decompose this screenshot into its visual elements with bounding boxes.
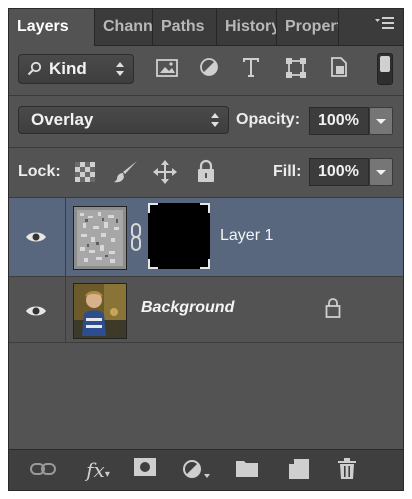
lock-transparent-pixels-icon[interactable] (75, 162, 95, 187)
visibility-column (9, 277, 66, 342)
layers-list: Layer 1 Background (9, 198, 403, 448)
new-adjustment-layer-icon[interactable] (179, 458, 213, 482)
layers-panel: Layers Channels Paths History Properties… (8, 8, 404, 491)
divider (9, 147, 403, 148)
opacity-label: Opacity: (236, 111, 301, 128)
lock-image-pixels-brush-icon[interactable] (113, 160, 139, 189)
eye-icon[interactable] (25, 230, 47, 242)
opacity-input[interactable]: 100% (309, 107, 369, 135)
search-icon (27, 61, 43, 77)
divider (9, 95, 403, 96)
tab-layers[interactable]: Layers (9, 9, 95, 46)
panel-menu-icon[interactable] (373, 15, 397, 37)
layer-row-layer-1[interactable]: Layer 1 (9, 198, 403, 277)
layer-lock-icon (325, 297, 341, 324)
lock-position-move-icon[interactable] (153, 160, 177, 189)
filter-toggle-knob (380, 56, 390, 72)
mask-link-chain-icon[interactable] (130, 222, 142, 257)
adjustment-filter-icon[interactable] (199, 57, 219, 82)
blend-mode-dropdown[interactable]: Overlay (18, 106, 229, 134)
layers-footer-toolbar: fx▾ (9, 449, 403, 490)
new-layer-icon[interactable] (285, 458, 313, 482)
layer-thumbnail (73, 206, 127, 270)
layer-style-fx-icon[interactable]: fx▾ (81, 458, 115, 482)
lock-label: Lock: (18, 163, 61, 180)
smart-object-filter-icon[interactable] (329, 56, 349, 83)
new-group-folder-icon[interactable] (233, 458, 261, 482)
layer-row-background[interactable]: Background (9, 277, 403, 343)
link-layers-icon[interactable] (29, 458, 57, 482)
pixel-filter-icon[interactable] (156, 58, 178, 83)
updown-chevron-icon (210, 111, 220, 134)
filter-kind-dropdown[interactable]: Kind (18, 54, 134, 84)
fill-label: Fill: (273, 163, 302, 180)
opacity-arrow-button[interactable] (369, 107, 393, 135)
eye-icon[interactable] (25, 304, 47, 316)
updown-chevron-icon (115, 60, 125, 83)
add-layer-mask-icon[interactable] (131, 458, 159, 482)
tab-bar: Layers Channels Paths History Properties (9, 9, 403, 46)
layer-mask-thumbnail[interactable] (148, 203, 210, 269)
tab-channels[interactable]: Channels (95, 9, 153, 45)
background-thumbnail (73, 283, 127, 339)
layer-name[interactable]: Background (141, 299, 234, 317)
visibility-column (9, 198, 66, 276)
layer-name[interactable]: Layer 1 (220, 227, 273, 245)
type-filter-icon[interactable] (241, 56, 261, 83)
tab-paths[interactable]: Paths (153, 9, 217, 45)
tab-history[interactable]: History (217, 9, 277, 45)
fill-input[interactable]: 100% (309, 158, 369, 186)
lock-all-icon[interactable] (197, 159, 215, 188)
delete-layer-trash-icon[interactable] (333, 458, 361, 482)
filter-toggle-switch[interactable] (377, 53, 393, 85)
shape-filter-icon[interactable] (285, 57, 307, 84)
filter-kind-label: Kind (49, 59, 87, 78)
fill-arrow-button[interactable] (369, 158, 393, 186)
tab-properties[interactable]: Properties (277, 9, 339, 45)
blend-mode-value: Overlay (31, 110, 94, 129)
